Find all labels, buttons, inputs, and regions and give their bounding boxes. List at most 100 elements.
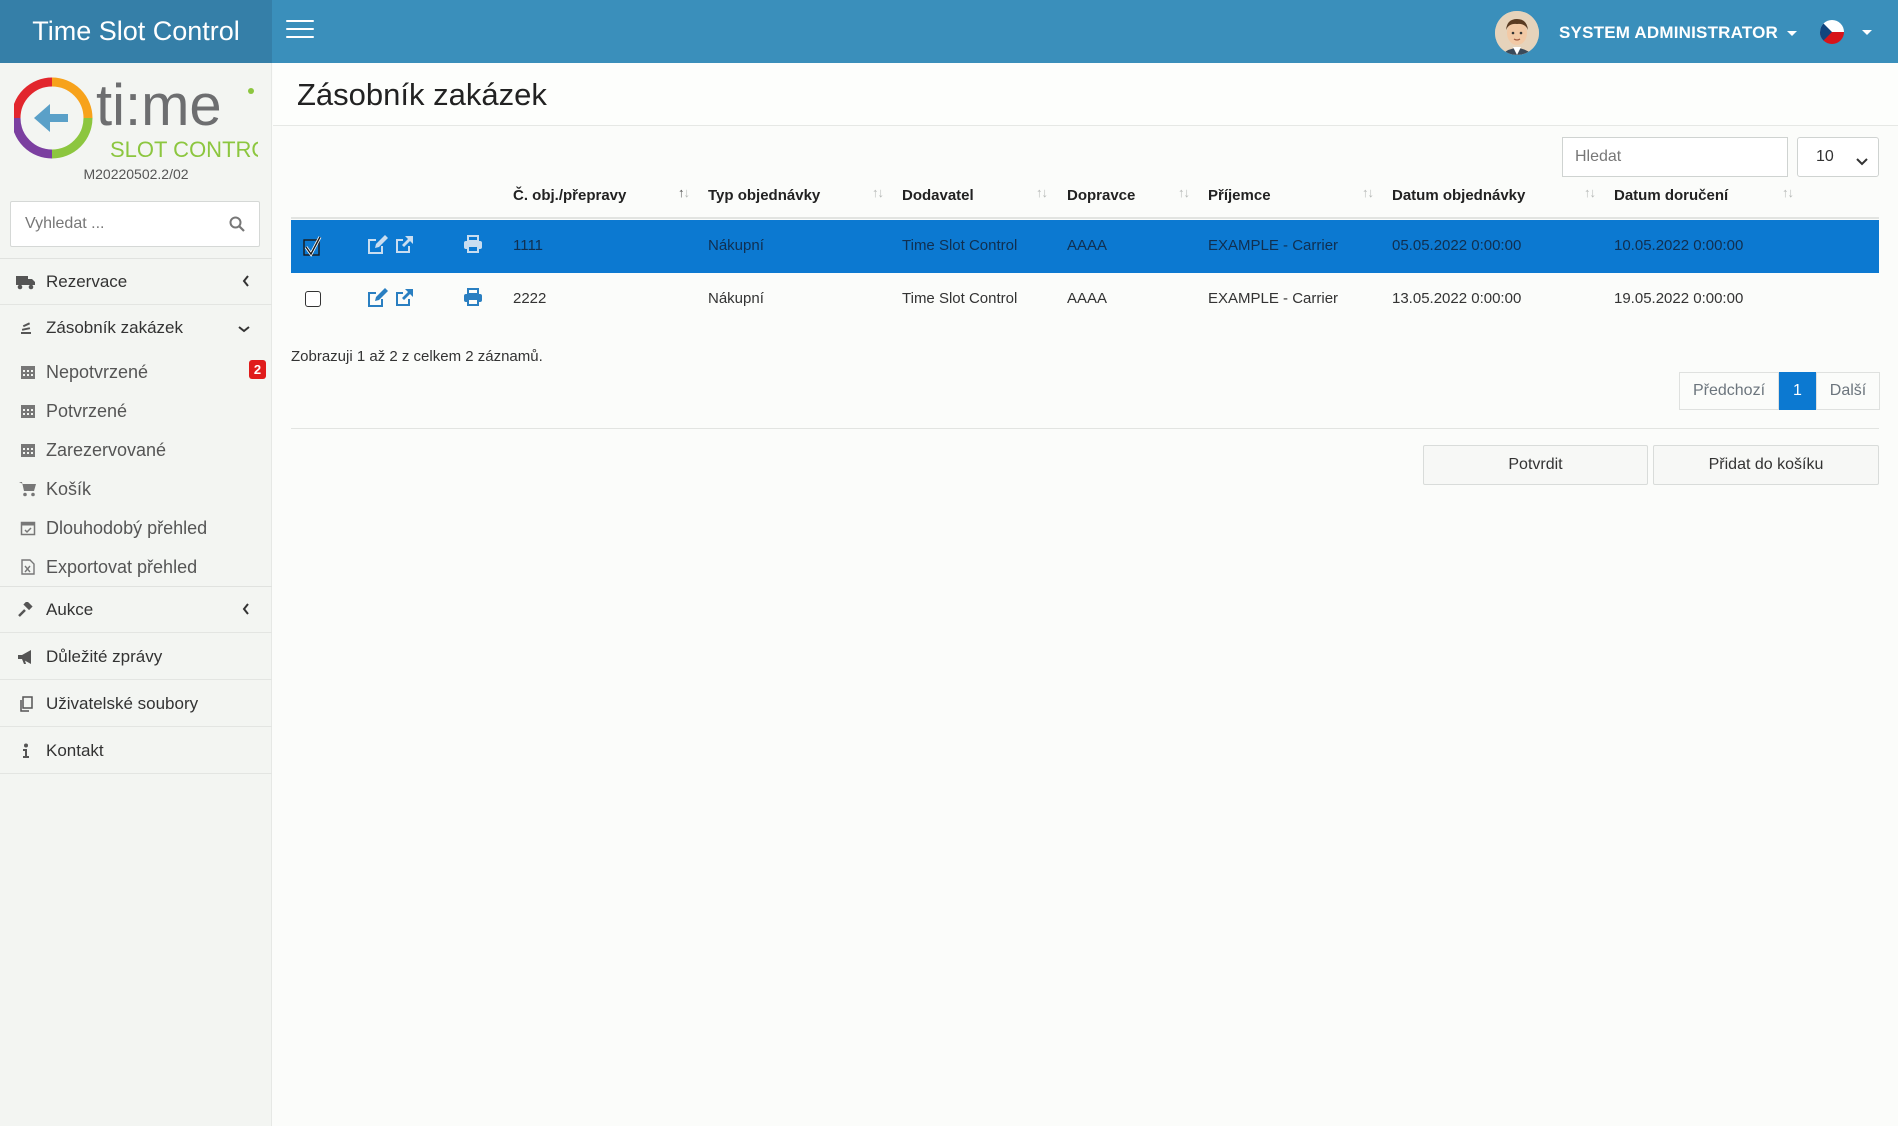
info-icon — [14, 743, 38, 759]
table-row[interactable]: 1111 Nákupní Time Slot Control AAAA EXAM… — [291, 220, 1879, 273]
sidebar-item-dlouhodoby-prehled[interactable]: Dlouhodobý přehled — [0, 509, 272, 547]
add-to-cart-button[interactable]: Přidat do košíku — [1653, 445, 1879, 485]
sidebar-item-potvrzene[interactable]: Potvrzené — [0, 392, 272, 430]
cell-carrier: AAAA — [1067, 237, 1108, 254]
chevron-left-icon — [242, 600, 250, 620]
files-icon — [14, 695, 38, 712]
print-icon[interactable] — [463, 235, 483, 257]
calendar-icon — [16, 364, 40, 380]
sidebar-search — [10, 201, 260, 247]
sort-icon[interactable]: ↑↓ — [872, 185, 884, 200]
column-header-delivery-date[interactable]: Datum doručení — [1614, 187, 1728, 204]
svg-text:ti:me: ti:me — [96, 73, 222, 138]
cell-carrier: AAAA — [1067, 290, 1108, 307]
cell-order-number: 2222 — [513, 290, 547, 307]
cell-delivery-date: 10.05.2022 0:00:00 — [1614, 237, 1744, 254]
sidebar-item-dulezite-zpravy[interactable]: Důležité zprávy — [0, 634, 272, 680]
column-header-order-number[interactable]: Č. obj./přepravy — [513, 187, 626, 204]
cell-order-number: 1111 — [513, 237, 544, 254]
confirm-button[interactable]: Potvrdit — [1423, 445, 1648, 485]
column-header-carrier[interactable]: Dopravce — [1067, 187, 1135, 204]
sort-icon[interactable]: ↑↓ — [678, 185, 690, 200]
user-menu[interactable]: SYSTEM ADMINISTRATOR — [1495, 11, 1798, 55]
status-badge: 2 — [249, 360, 266, 379]
sidebar-item-exportovat-prehled[interactable]: Exportovat přehled — [0, 548, 272, 586]
calendar-icon — [16, 403, 40, 419]
divider — [291, 428, 1879, 429]
sidebar-item-kontakt[interactable]: Kontakt — [0, 728, 272, 774]
table-info: Zobrazuji 1 až 2 z celkem 2 záznamů. — [291, 348, 543, 365]
column-header-supplier[interactable]: Dodavatel — [902, 187, 974, 204]
chevron-down-icon — [1862, 29, 1872, 35]
table-search — [1562, 137, 1788, 177]
svg-text:SLOT CONTROL: SLOT CONTROL — [110, 137, 258, 162]
chevron-down-icon — [1856, 153, 1868, 171]
user-name: SYSTEM ADMINISTRATOR — [1559, 23, 1779, 42]
sidebar-item-rezervace[interactable]: Rezervace — [0, 259, 272, 305]
brand-title[interactable]: Time Slot Control — [0, 0, 272, 63]
edit-icon[interactable] — [366, 235, 388, 259]
megaphone-icon — [14, 649, 38, 665]
edit-icon[interactable] — [366, 288, 388, 312]
pagination-prev-button[interactable]: Předchozí — [1679, 372, 1779, 410]
sidebar-item-zasobnik-zakazek[interactable]: Zásobník zakázek — [0, 305, 272, 351]
sort-icon[interactable]: ↑↓ — [1178, 185, 1190, 200]
sort-icon[interactable]: ↑↓ — [1036, 185, 1048, 200]
search-icon[interactable] — [229, 216, 245, 237]
excel-file-icon — [16, 559, 40, 575]
row-checkbox[interactable] — [303, 236, 322, 257]
cell-delivery-date: 19.05.2022 0:00:00 — [1614, 290, 1744, 307]
table-row[interactable]: 2222 Nákupní Time Slot Control AAAA EXAM… — [291, 273, 1879, 326]
menu-toggle-icon[interactable] — [286, 20, 314, 42]
language-menu[interactable] — [1820, 20, 1872, 44]
czech-flag-icon — [1820, 20, 1844, 44]
sidebar-item-nepotvrzene[interactable]: Nepotvrzené 2 — [0, 353, 272, 391]
chevron-down-icon — [1787, 30, 1798, 36]
page-size-select[interactable]: 10 — [1797, 137, 1879, 177]
top-navbar: Time Slot Control SYSTEM ADMINISTRATOR — [0, 0, 1898, 63]
cell-order-date: 05.05.2022 0:00:00 — [1392, 237, 1522, 254]
pagination: Předchozí 1 Další — [1679, 372, 1880, 410]
page-title: Zásobník zakázek — [297, 77, 547, 112]
table-header: Č. obj./přepravy ↑↓ Typ objednávky ↑↓ Do… — [291, 175, 1879, 219]
print-icon[interactable] — [463, 288, 483, 310]
sort-icon[interactable]: ↑↓ — [1362, 185, 1374, 200]
calendar-icon — [16, 442, 40, 458]
page-header: Zásobník zakázek — [273, 63, 1898, 126]
sidebar: ti:me SLOT CONTROL M20220502.2/02 Rezerv… — [0, 63, 281, 1126]
sort-icon[interactable]: ↑↓ — [1782, 185, 1794, 200]
cell-recipient: EXAMPLE - Carrier — [1208, 290, 1339, 307]
cell-order-date: 13.05.2022 0:00:00 — [1392, 290, 1522, 307]
pagination-page-1[interactable]: 1 — [1779, 372, 1816, 410]
page-size-value: 10 — [1816, 148, 1834, 165]
sidebar-item-kosik[interactable]: Košík — [0, 470, 272, 508]
chevron-down-icon — [238, 318, 250, 338]
chevron-left-icon — [242, 272, 250, 292]
cell-recipient: EXAMPLE - Carrier — [1208, 237, 1339, 254]
cell-order-type: Nákupní — [708, 290, 764, 307]
sidebar-item-zarezervovane[interactable]: Zarezervované — [0, 431, 272, 469]
cell-supplier: Time Slot Control — [902, 290, 1018, 307]
open-external-icon[interactable] — [394, 235, 414, 259]
row-checkbox[interactable] — [305, 291, 321, 307]
truck-icon — [14, 274, 38, 290]
cart-icon — [16, 481, 40, 497]
table-search-input[interactable] — [1563, 138, 1787, 176]
column-header-order-date[interactable]: Datum objednávky — [1392, 187, 1525, 204]
calendar-check-icon — [16, 520, 40, 536]
time-slot-control-logo: ti:me SLOT CONTROL — [11, 73, 281, 163]
column-header-recipient[interactable]: Příjemce — [1208, 187, 1271, 204]
avatar — [1495, 11, 1539, 55]
cell-supplier: Time Slot Control — [902, 237, 1018, 254]
pagination-next-button[interactable]: Další — [1816, 372, 1880, 410]
sort-icon[interactable]: ↑↓ — [1584, 185, 1596, 200]
stack-icon — [14, 320, 38, 336]
sidebar-item-uzivatelske-soubory[interactable]: Uživatelské soubory — [0, 681, 272, 727]
sidebar-search-input[interactable] — [11, 202, 211, 246]
cell-order-type: Nákupní — [708, 237, 764, 254]
column-header-order-type[interactable]: Typ objednávky — [708, 187, 820, 204]
open-external-icon[interactable] — [394, 288, 414, 312]
sidebar-item-aukce[interactable]: Aukce — [0, 587, 272, 633]
gavel-icon — [14, 601, 38, 618]
app-version: M20220502.2/02 — [83, 166, 189, 182]
